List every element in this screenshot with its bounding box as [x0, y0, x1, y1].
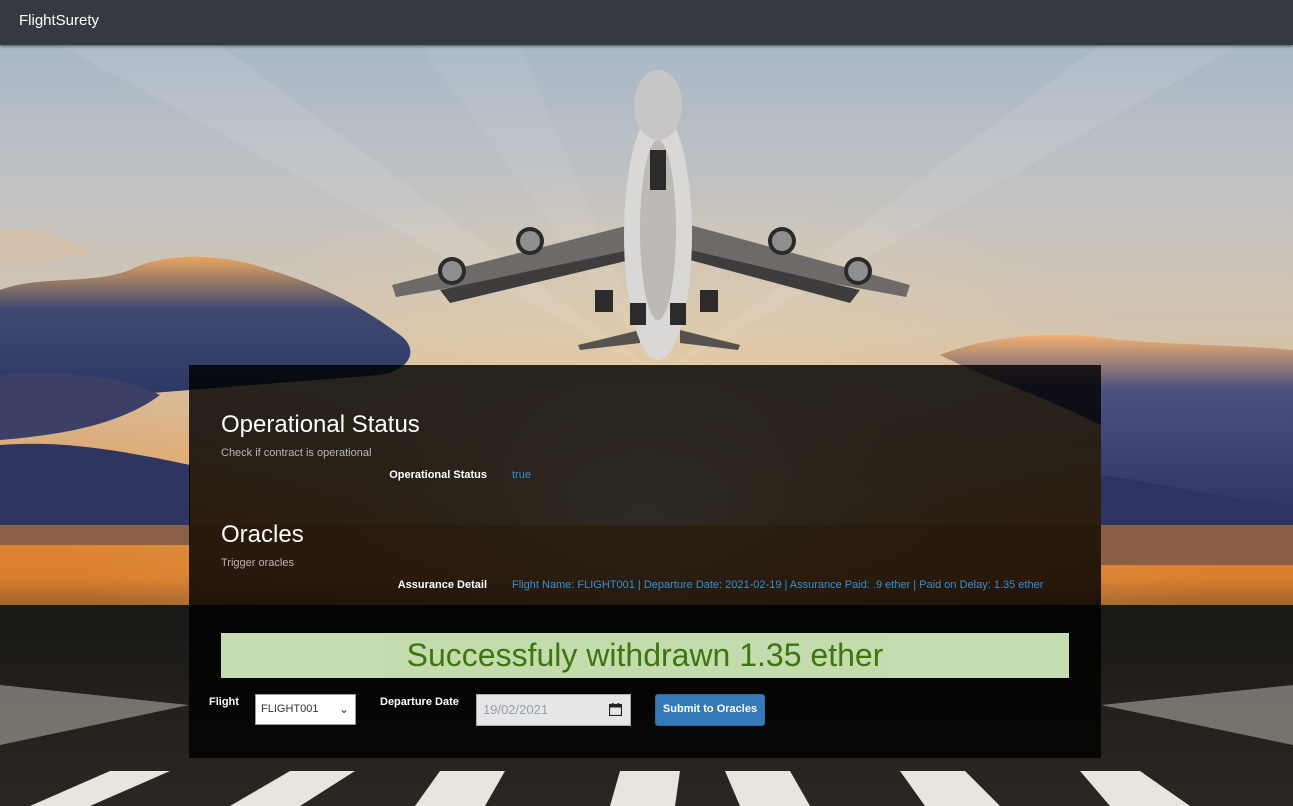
operational-status-title: Operational Status [221, 411, 420, 438]
calendar-icon[interactable] [609, 703, 622, 716]
departure-date-input[interactable]: 19/02/2021 [476, 694, 631, 726]
oracles-subtitle: Trigger oracles [221, 557, 294, 569]
main-panel: Operational Status Check if contract is … [189, 365, 1101, 758]
flight-select[interactable]: FLIGHT001 ⌄ [255, 694, 356, 725]
operational-status-label: Operational Status [389, 469, 487, 481]
submit-to-oracles-button[interactable]: Submit to Oracles [655, 694, 765, 726]
assurance-detail-value: Flight Name: FLIGHT001 | Departure Date:… [512, 579, 1044, 591]
departure-date-label: Departure Date [380, 696, 459, 708]
success-alert: Successfuly withdrawn 1.35 ether [221, 633, 1069, 678]
brand-link[interactable]: FlightSurety [19, 12, 99, 29]
flight-select-value: FLIGHT001 [261, 703, 319, 715]
navbar: FlightSurety [0, 0, 1293, 45]
operational-status-subtitle: Check if contract is operational [221, 447, 372, 459]
flight-label: Flight [209, 696, 239, 708]
chevron-down-icon: ⌄ [338, 702, 349, 716]
assurance-detail-label: Assurance Detail [397, 579, 487, 591]
departure-date-value: 19/02/2021 [483, 702, 549, 717]
operational-status-value: true [512, 469, 531, 481]
oracles-title: Oracles [221, 521, 304, 548]
